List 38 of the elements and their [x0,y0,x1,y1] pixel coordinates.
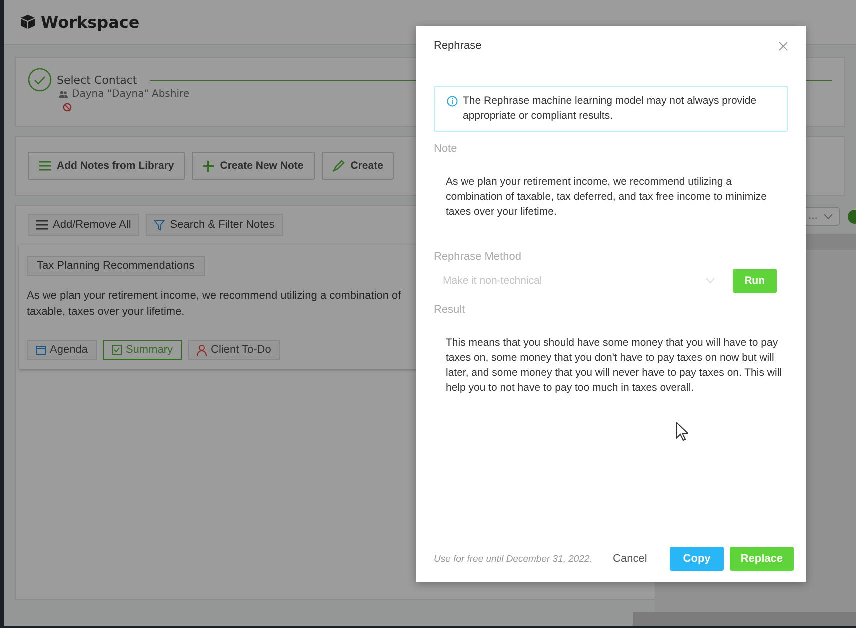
step-label: Select Contact [57,74,138,86]
note-action-button[interactable]: Create [322,152,394,180]
contact-name[interactable]: Dayna "Dayna" Abshire [72,89,190,100]
toolbar-button[interactable]: Add/Remove All [28,214,140,236]
free-use-note: Use for free until December 31, 2022. [434,554,594,564]
chevron-down-icon [824,214,833,220]
person-icon [197,344,207,356]
app-title: Workspace [41,12,140,32]
people-icon [59,91,68,98]
pen-icon [332,160,345,172]
section-toggle-button[interactable]: Client To-Do [188,340,280,360]
horizontal-scrollbar[interactable] [633,612,856,626]
note-action-button[interactable]: Add Notes from Library [28,152,186,180]
info-icon [447,96,458,107]
toolbar-button[interactable]: Search & Filter Notes [146,214,283,236]
checkbox-icon [112,345,122,355]
mouse-pointer-icon [676,422,688,441]
result-text: This means that you should have some money that you will have to pay taxes on, some money that you don't have to pay taxes on now but will later, and some money that you will never have to pay taxes on. This will help you to not have to pay too much in taxes overall. [446,336,783,396]
note-title-tag: Tax Planning Recommendations [27,256,205,276]
result-label: Result [434,304,466,316]
section-toggle-button[interactable]: Agenda [27,340,97,360]
cube-icon [20,14,36,30]
close-icon[interactable] [779,42,788,50]
calendar-icon [36,345,46,355]
plus-icon [203,160,214,172]
original-note-text: As we plan your retirement income, we recommend utilizing a combination of taxable, tax deferred, and tax free income to minimize taxes over your lifetime. [446,175,768,220]
filter-icon [154,220,166,230]
notice-text: The Rephrase machine learning model may not always provide appropriate or compliant results. [463,94,758,124]
note-label: Note [434,143,458,155]
note-action-button[interactable]: Create New Note [192,152,315,180]
dialog-title: Rephrase [434,40,482,52]
menu-icon [36,220,48,230]
note-text: As we plan your retirement income, we recommend utilizing a combination of taxable, taxes over your lifetime. [27,289,402,320]
method-label: Rephrase Method [434,251,522,263]
dialog-button[interactable]: Copy [670,547,724,571]
prohibited-icon [63,103,72,112]
list-icon [39,161,51,171]
chevron-down-icon [706,278,715,284]
